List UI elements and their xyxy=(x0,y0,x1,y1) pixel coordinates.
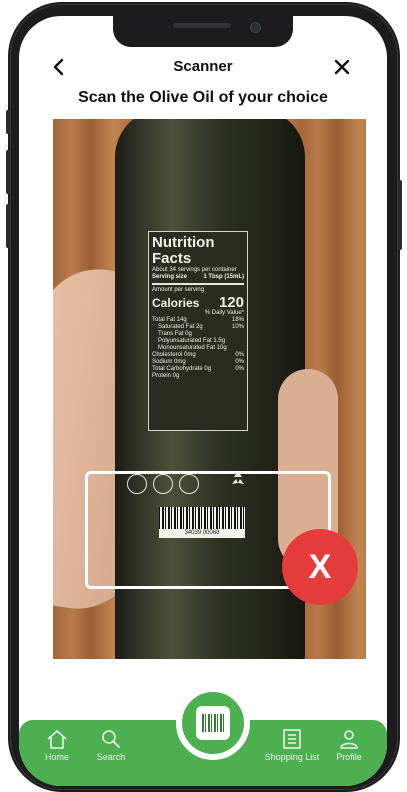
servings-text: About 34 servings per container xyxy=(152,267,237,273)
calories-value: 120 xyxy=(218,294,244,311)
power-button xyxy=(398,180,402,250)
barcode-icon xyxy=(196,706,230,740)
nutrition-row: Total Fat 14g 18% xyxy=(152,317,244,323)
list-icon xyxy=(283,729,301,749)
nav-label-search: Search xyxy=(96,752,126,762)
front-camera xyxy=(250,22,261,33)
app-screen: Scanner Scan the Olive Oil of your choic… xyxy=(19,16,387,786)
home-icon xyxy=(47,730,67,749)
serving-size-value: 1 Tbsp (15mL) xyxy=(203,274,244,280)
nutrition-row: Saturated Fat 2g 10% xyxy=(158,324,244,330)
nutrition-row: Protein 0g xyxy=(152,373,180,379)
camera-viewfinder: Nutrition Facts About 34 servings per co… xyxy=(53,119,366,659)
scan-instruction: Scan the Olive Oil of your choice xyxy=(78,89,328,106)
barcode-icon-bars xyxy=(202,714,224,732)
nav-label-home: Home xyxy=(44,752,69,762)
nutrition-row: Trans Fat 0g xyxy=(158,331,192,337)
search-icon xyxy=(102,730,120,748)
nutrition-divider xyxy=(152,283,244,285)
nutrition-row: Cholesterol 0mg 0% xyxy=(152,352,244,358)
volume-up-button xyxy=(6,150,10,194)
user-icon xyxy=(340,730,358,749)
amount-per-serving: Amount per serving xyxy=(152,287,205,293)
nutrition-row: Polyunsaturated Fat 1.5g xyxy=(158,338,226,344)
calories-row: Calories 120 xyxy=(152,294,244,311)
volume-down-button xyxy=(6,204,10,248)
calories-label: Calories xyxy=(152,296,200,310)
scan-barcode-button[interactable] xyxy=(176,686,250,760)
nutrition-facts-heading: Nutrition Facts xyxy=(152,234,215,267)
nutrition-facts-label: Nutrition Facts About 34 servings per co… xyxy=(148,231,248,431)
nav-item-search[interactable]: Search xyxy=(79,728,143,762)
nutrition-row: Total Carbohydrate 0g 0% xyxy=(152,366,244,372)
nutrition-row: Sodium 0mg 0% xyxy=(152,359,244,365)
daily-value-header: % Daily Value* xyxy=(204,310,244,316)
serving-size-row: Serving size 1 Tbsp (15mL) xyxy=(152,274,244,281)
header: Scanner xyxy=(19,52,387,82)
nav-label-shopping-list: Shopping List xyxy=(264,752,320,762)
serving-size-label: Serving size xyxy=(152,274,188,280)
notch xyxy=(113,16,293,47)
speaker xyxy=(173,23,231,28)
nav-label-profile: Profile xyxy=(336,752,362,762)
close-icon[interactable] xyxy=(331,56,353,78)
nav-item-profile[interactable]: Profile xyxy=(317,728,381,762)
nutrition-row: Monounsaturated Fat 10g xyxy=(158,345,227,351)
mute-switch xyxy=(6,110,10,134)
nutrition-rows: Total Fat 14g 18% Saturated Fat 2g 10% Tra… xyxy=(152,317,244,380)
reject-scan-button[interactable]: X xyxy=(282,529,358,605)
